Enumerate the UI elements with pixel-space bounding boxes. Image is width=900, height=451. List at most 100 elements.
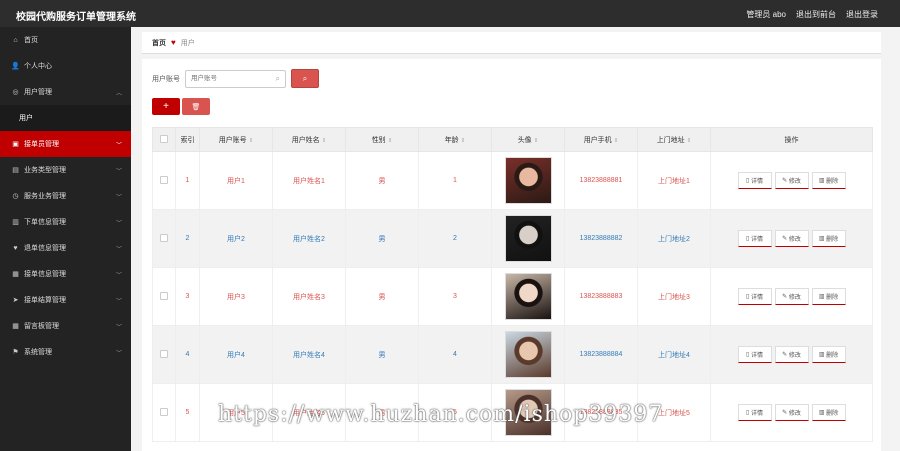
delete-button[interactable]: ▥ 删除	[811, 346, 846, 363]
briefcase-icon: ▤	[12, 167, 19, 174]
cell-name: 用户姓名2	[272, 209, 346, 268]
cell-age: 2	[418, 209, 492, 268]
chevron-down-icon: ﹀	[115, 325, 122, 331]
clock-icon: ◷	[12, 193, 19, 200]
sidebar-item[interactable]: ◎ 用户管理 ︿	[0, 79, 131, 105]
cell-account: 用户3	[199, 267, 273, 326]
delete-button[interactable]: ▥ 删除	[811, 230, 846, 247]
col-header: 操作	[710, 127, 873, 152]
row-select-cell[interactable]	[152, 209, 176, 268]
row-checkbox[interactable]	[160, 349, 168, 358]
delete-button[interactable]: ▥ 删除	[811, 288, 846, 305]
select-all-checkbox[interactable]	[160, 134, 168, 143]
back-to-front-link[interactable]: 退出到前台	[796, 9, 836, 20]
col-header[interactable]: 用户账号 ⇕	[199, 127, 273, 152]
col-header[interactable]: 用户姓名 ⇕	[272, 127, 346, 152]
detail-button[interactable]: ▯ 详情	[737, 172, 772, 189]
cell-phone: 13823888881	[564, 151, 638, 210]
cell-address: 上门地址4	[637, 325, 711, 384]
accept-icon: ▦	[12, 271, 19, 278]
chevron-down-icon: ﹀	[115, 143, 122, 149]
trash-icon: ▥	[818, 410, 825, 416]
cell-name: 用户姓名3	[272, 267, 346, 326]
flag-icon: ⚑	[12, 349, 19, 356]
row-checkbox[interactable]	[160, 175, 168, 184]
search-input[interactable]	[186, 70, 266, 87]
sort-icon[interactable]: ⇕	[388, 138, 393, 144]
sort-icon[interactable]: ⇕	[614, 138, 619, 144]
sidebar-item[interactable]: ▣ 接单员管理 ﹀	[0, 131, 131, 157]
logout-link[interactable]: 退出登录	[846, 9, 878, 20]
sort-icon[interactable]: ⇕	[322, 138, 327, 144]
sidebar-item[interactable]: 用户	[0, 105, 131, 131]
chevron-up-icon: ︿	[115, 91, 122, 97]
edit-button[interactable]: ✎ 修改	[774, 172, 809, 189]
top-bar: 校园代购服务订单管理系统 管理员 abo 退出到前台 退出登录	[0, 0, 900, 27]
edit-button[interactable]: ✎ 修改	[774, 230, 809, 247]
table-row: 4 用户4 用户姓名4 男 4 13823888884 上门地址4 ▯ 详情 ✎ 修改 ▥ 删除	[152, 325, 873, 384]
row-checkbox[interactable]	[160, 291, 168, 300]
row-select-cell[interactable]	[152, 151, 176, 210]
detail-button[interactable]: ▯ 详情	[737, 404, 772, 421]
col-header: 索引	[175, 127, 200, 152]
sidebar: ⌂ 首页 👤 个人中心 ◎ 用户管理 ︿ 用户 ▣ 接单员管理 ﹀ ▤ 业务类型管理 ﹀ ◷ 服务业务管理 ﹀ ▥…	[0, 27, 131, 451]
sidebar-item[interactable]: ⚑ 系统管理 ﹀	[0, 339, 131, 365]
col-header[interactable]: 性别 ⇕	[345, 127, 419, 152]
edit-button[interactable]: ✎ 修改	[774, 346, 809, 363]
chevron-down-icon: ﹀	[115, 299, 122, 305]
document-icon: ▯	[746, 294, 750, 300]
sidebar-item[interactable]: ▦ 接单信息管理 ﹀	[0, 261, 131, 287]
search-icon: ⌕	[275, 73, 280, 83]
col-header[interactable]: 上门地址 ⇕	[637, 127, 711, 152]
sidebar-item[interactable]: ♥ 退单信息管理 ﹀	[0, 235, 131, 261]
sort-icon[interactable]: ⇕	[534, 138, 539, 144]
cell-address: 上门地址3	[637, 267, 711, 326]
cell-age: 3	[418, 267, 492, 326]
chevron-down-icon: ﹀	[115, 195, 122, 201]
row-checkbox[interactable]	[160, 407, 168, 416]
pencil-icon: ✎	[782, 294, 788, 300]
cell-age: 1	[418, 151, 492, 210]
breadcrumb-home[interactable]: 首页	[152, 38, 166, 48]
detail-button[interactable]: ▯ 详情	[737, 346, 772, 363]
document-icon: ▯	[746, 178, 750, 184]
search-button[interactable]: ⌕	[291, 69, 319, 88]
row-select-cell[interactable]	[152, 383, 176, 442]
sidebar-item-label: 留言板管理	[24, 323, 59, 330]
sidebar-item[interactable]: ◷ 服务业务管理 ﹀	[0, 183, 131, 209]
sidebar-item[interactable]: 👤 个人中心	[0, 53, 131, 79]
cell-index: 2	[175, 209, 200, 268]
sort-icon[interactable]: ⇕	[687, 138, 692, 144]
pencil-icon: ✎	[782, 410, 788, 416]
sort-icon[interactable]: ⇕	[461, 138, 466, 144]
trash-icon: ▥	[818, 294, 825, 300]
row-select-cell[interactable]	[152, 325, 176, 384]
col-header[interactable]: 年龄 ⇕	[418, 127, 492, 152]
sidebar-item[interactable]: ⌂ 首页	[0, 27, 131, 53]
sidebar-item-label: 接单员管理	[24, 141, 59, 148]
delete-button[interactable]: ▥ 删除	[811, 172, 846, 189]
detail-button[interactable]: ▯ 详情	[737, 230, 772, 247]
delete-button[interactable]: ▥ 删除	[811, 404, 846, 421]
courier-icon: ▣	[12, 141, 19, 148]
detail-button[interactable]: ▯ 详情	[737, 288, 772, 305]
edit-button[interactable]: ✎ 修改	[774, 288, 809, 305]
sidebar-item[interactable]: ▥ 下单信息管理 ﹀	[0, 209, 131, 235]
cell-name: 用户姓名4	[272, 325, 346, 384]
sidebar-item-label: 用户	[19, 115, 33, 122]
col-header[interactable]: 用户手机 ⇕	[564, 127, 638, 152]
search-box: ⌕	[185, 69, 286, 88]
add-button[interactable]: +	[152, 98, 180, 115]
select-all-cell[interactable]	[152, 127, 176, 152]
grid-icon: ▦	[12, 323, 19, 330]
send-icon: ➤	[12, 297, 19, 304]
col-header[interactable]: 头像 ⇕	[491, 127, 565, 152]
edit-button[interactable]: ✎ 修改	[774, 404, 809, 421]
sidebar-item[interactable]: ➤ 接单结算管理 ﹀	[0, 287, 131, 313]
batch-delete-button[interactable]: 🗑	[182, 98, 210, 115]
row-select-cell[interactable]	[152, 267, 176, 326]
sidebar-item[interactable]: ▦ 留言板管理 ﹀	[0, 313, 131, 339]
row-checkbox[interactable]	[160, 233, 168, 242]
sort-icon[interactable]: ⇕	[249, 138, 254, 144]
sidebar-item[interactable]: ▤ 业务类型管理 ﹀	[0, 157, 131, 183]
